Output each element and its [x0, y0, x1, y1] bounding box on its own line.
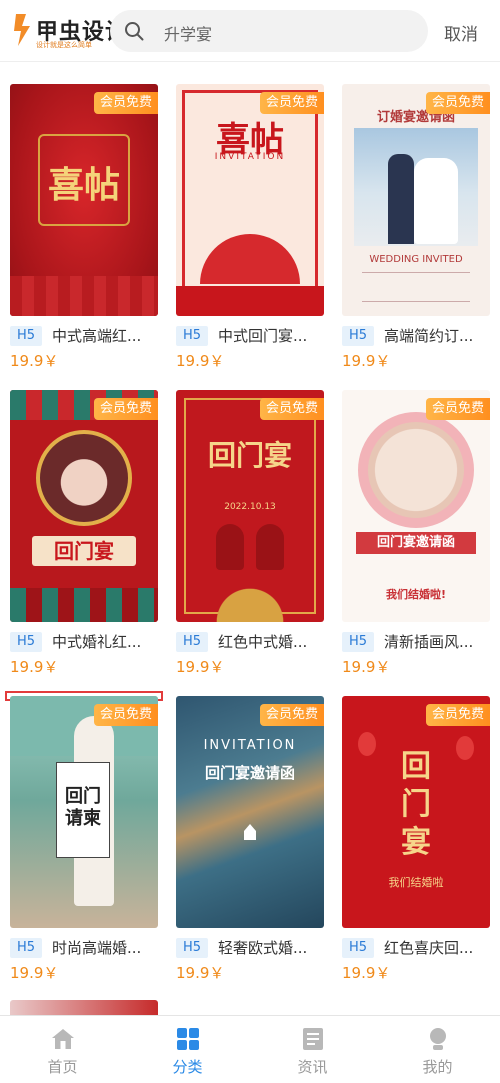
nav-label: 资讯 — [297, 1058, 328, 1076]
template-title[interactable]: 红色喜庆回... — [384, 938, 494, 958]
thumbnail-headline: 回门宴邀请函 — [356, 532, 476, 554]
logo-icon — [14, 14, 30, 46]
member-free-badge: 会员免费 — [93, 398, 158, 420]
app-logo[interactable]: 甲虫设计 设计就是这么简单 — [12, 12, 127, 50]
type-tag: H5 — [176, 632, 208, 652]
template-price: 19.9￥ — [10, 352, 59, 370]
template-thumbnail[interactable]: 喜帖 INVITATION 会员免费 — [176, 84, 324, 316]
template-title[interactable]: 清新插画风... — [384, 632, 494, 652]
template-price: 19.9￥ — [176, 352, 225, 370]
thumbnail-subtext: INVITATION — [203, 738, 297, 753]
thumbnail-headline: 回门宴邀请函 — [204, 764, 295, 782]
type-tag: H5 — [10, 326, 42, 346]
thumbnail-headline: 回门宴 — [32, 536, 136, 566]
template-price: 19.9￥ — [10, 964, 59, 982]
member-free-badge: 会员免费 — [425, 92, 490, 114]
template-price: 19.9￥ — [342, 658, 391, 676]
member-free-badge: 会员免费 — [259, 704, 324, 726]
template-title[interactable]: 高端简约订... — [384, 326, 494, 346]
type-tag: H5 — [10, 632, 42, 652]
template-title[interactable]: 中式高端红... — [52, 326, 162, 346]
thumbnail-headline: 回门宴 — [401, 749, 431, 860]
template-thumbnail[interactable]: 回门宴 我们结婚啦 会员免费 — [342, 696, 490, 928]
template-thumbnail[interactable]: 回门宴邀请函 我们结婚啦! 会员免费 — [342, 390, 490, 622]
template-title[interactable]: 时尚高端婚... — [52, 938, 162, 958]
nav-label: 分类 — [172, 1058, 203, 1076]
bottom-navigation: 首页 分类 资讯 我的 — [0, 1015, 500, 1082]
nav-profile[interactable]: 我的 — [375, 1016, 500, 1083]
template-card-partial[interactable] — [10, 1000, 158, 1015]
template-thumbnail[interactable]: 回门请柬 会员免费 — [10, 696, 158, 928]
member-free-badge: 会员免费 — [425, 398, 490, 420]
logo-slogan: 设计就是这么简单 — [36, 41, 92, 49]
member-free-badge: 会员免费 — [425, 704, 490, 726]
cancel-button[interactable]: 取消 — [444, 20, 478, 45]
home-icon — [52, 1029, 74, 1049]
template-price: 19.9￥ — [342, 352, 391, 370]
search-bar[interactable]: 升学宴 — [110, 10, 428, 52]
type-tag: H5 — [10, 938, 42, 958]
church-icon — [244, 824, 256, 840]
news-icon — [303, 1028, 323, 1050]
template-price: 19.9￥ — [176, 964, 225, 982]
template-thumbnail[interactable]: 喜帖 会员免费 — [10, 84, 158, 316]
nav-home[interactable]: 首页 — [0, 1016, 125, 1083]
member-free-badge: 会员免费 — [93, 92, 158, 114]
type-tag: H5 — [342, 938, 374, 958]
nav-news[interactable]: 资讯 — [250, 1016, 375, 1083]
template-price: 19.9￥ — [342, 964, 391, 982]
thumbnail-subtext: INVITATION — [214, 152, 286, 162]
nav-category[interactable]: 分类 — [125, 1016, 250, 1083]
template-price: 19.9￥ — [10, 658, 59, 676]
member-free-badge: 会员免费 — [259, 398, 324, 420]
template-title[interactable]: 中式婚礼红... — [52, 632, 162, 652]
template-title[interactable]: 轻奢欧式婚... — [218, 938, 328, 958]
thumbnail-headline: 回门宴 — [207, 439, 292, 472]
thumbnail-subtext: 我们结婚啦 — [388, 876, 444, 889]
grid-icon — [177, 1028, 199, 1050]
template-price: 19.9￥ — [176, 658, 225, 676]
thumbnail-subtext: WEDDING INVITED — [369, 254, 463, 265]
member-free-badge: 会员免费 — [259, 92, 324, 114]
thumbnail-headline: 回门请柬 — [65, 786, 101, 829]
template-title[interactable]: 中式回门宴... — [218, 326, 328, 346]
type-tag: H5 — [342, 326, 374, 346]
member-free-badge: 会员免费 — [93, 704, 158, 726]
type-tag: H5 — [342, 632, 374, 652]
search-icon — [125, 22, 144, 41]
user-icon — [430, 1028, 446, 1050]
template-thumbnail[interactable]: 回门宴 2022.10.13 会员免费 — [176, 390, 324, 622]
type-tag: H5 — [176, 326, 208, 346]
thumbnail-subtext: 2022.10.13 — [224, 502, 276, 512]
type-tag: H5 — [176, 938, 208, 958]
search-input[interactable]: 升学宴 — [164, 21, 212, 45]
template-thumbnail[interactable]: 回门宴 会员免费 — [10, 390, 158, 622]
thumbnail-subtext: 我们结婚啦! — [385, 588, 447, 601]
template-thumbnail[interactable]: 订婚宴邀请函 WEDDING INVITED 会员免费 — [342, 84, 490, 316]
template-title[interactable]: 红色中式婚... — [218, 632, 328, 652]
top-bar: 甲虫设计 设计就是这么简单 升学宴 取消 — [0, 0, 500, 62]
nav-label: 我的 — [422, 1058, 453, 1076]
nav-label: 首页 — [47, 1058, 78, 1076]
thumbnail-headline: 喜帖 — [47, 164, 120, 206]
template-thumbnail[interactable]: INVITATION 回门宴邀请函 会员免费 — [176, 696, 324, 928]
